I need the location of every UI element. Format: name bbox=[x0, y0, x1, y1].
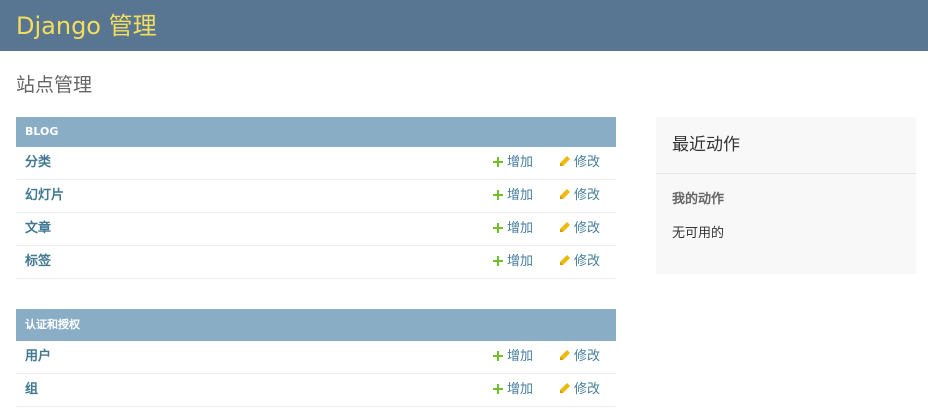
model-link[interactable]: 幻灯片 bbox=[25, 180, 64, 212]
add-link[interactable]: 增加 bbox=[493, 341, 533, 373]
page-title: 站点管理 bbox=[16, 74, 93, 96]
model-row: 标签 增加 修改 bbox=[16, 246, 616, 279]
add-link[interactable]: 增加 bbox=[493, 180, 533, 212]
change-label: 修改 bbox=[574, 349, 601, 364]
model-row: 用户 增加 修改 bbox=[16, 341, 616, 374]
divider bbox=[656, 173, 916, 174]
plus-icon bbox=[493, 223, 503, 233]
change-link[interactable]: 修改 bbox=[559, 246, 600, 278]
no-actions-text: 无可用的 bbox=[672, 226, 725, 241]
model-row: 幻灯片 增加 修改 bbox=[16, 180, 616, 213]
change-label: 修改 bbox=[574, 221, 601, 236]
app-module-auth: 认证和授权 用户 增加 修改 组 增加 修改 bbox=[16, 309, 616, 407]
add-label: 增加 bbox=[507, 254, 534, 269]
plus-icon bbox=[493, 190, 503, 200]
plus-icon bbox=[493, 351, 503, 361]
change-label: 修改 bbox=[574, 188, 601, 203]
app-module-blog: BLOG 分类 增加 修改 幻灯片 增加 修改 文章 增加 修改 标签 增加 修… bbox=[16, 117, 616, 279]
recent-actions-title: 最近动作 bbox=[672, 135, 740, 155]
plus-icon bbox=[493, 157, 503, 167]
module-caption[interactable]: BLOG bbox=[16, 117, 616, 147]
my-actions-heading: 我的动作 bbox=[672, 192, 725, 207]
pencil-icon bbox=[560, 189, 570, 199]
add-label: 增加 bbox=[507, 188, 534, 203]
change-link[interactable]: 修改 bbox=[559, 341, 600, 373]
pencil-icon bbox=[560, 255, 570, 265]
add-label: 增加 bbox=[507, 221, 534, 236]
change-label: 修改 bbox=[574, 254, 601, 269]
plus-icon bbox=[493, 384, 503, 394]
change-link[interactable]: 修改 bbox=[559, 213, 600, 245]
module-caption[interactable]: 认证和授权 bbox=[16, 309, 616, 341]
add-link[interactable]: 增加 bbox=[493, 374, 533, 406]
recent-actions-panel: 最近动作 我的动作 无可用的 bbox=[656, 117, 916, 274]
add-link[interactable]: 增加 bbox=[493, 246, 533, 278]
pencil-icon bbox=[560, 222, 570, 232]
pencil-icon bbox=[560, 156, 570, 166]
model-row: 组 增加 修改 bbox=[16, 374, 616, 407]
model-link[interactable]: 组 bbox=[25, 374, 38, 406]
change-link[interactable]: 修改 bbox=[559, 374, 600, 406]
change-link[interactable]: 修改 bbox=[559, 180, 600, 212]
site-branding[interactable]: Django 管理 bbox=[16, 10, 157, 42]
model-row: 文章 增加 修改 bbox=[16, 213, 616, 246]
model-row: 分类 增加 修改 bbox=[16, 147, 616, 180]
add-label: 增加 bbox=[507, 155, 534, 170]
pencil-icon bbox=[560, 350, 570, 360]
model-link[interactable]: 文章 bbox=[25, 213, 51, 245]
add-label: 增加 bbox=[507, 349, 534, 364]
pencil-icon bbox=[560, 383, 570, 393]
model-link[interactable]: 分类 bbox=[25, 147, 51, 179]
add-link[interactable]: 增加 bbox=[493, 147, 533, 179]
add-label: 增加 bbox=[507, 382, 534, 397]
model-link[interactable]: 用户 bbox=[25, 341, 51, 373]
add-link[interactable]: 增加 bbox=[493, 213, 533, 245]
change-label: 修改 bbox=[574, 382, 601, 397]
plus-icon bbox=[493, 256, 503, 266]
model-link[interactable]: 标签 bbox=[25, 246, 51, 278]
change-label: 修改 bbox=[574, 155, 601, 170]
change-link[interactable]: 修改 bbox=[559, 147, 600, 179]
header-bar: Django 管理 bbox=[0, 0, 928, 51]
